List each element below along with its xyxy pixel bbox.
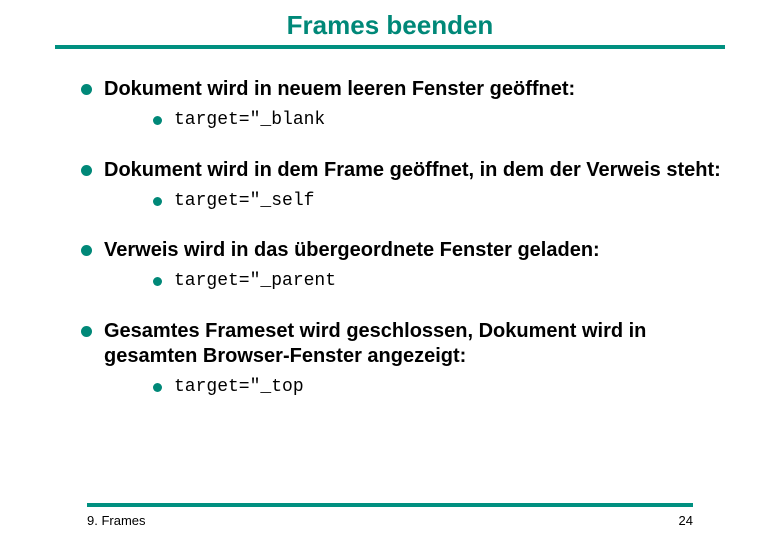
title-rule xyxy=(55,45,725,49)
list-item: Verweis wird in das übergeordnete Fenste… xyxy=(81,238,735,263)
list-subitem: target="_blank xyxy=(153,110,735,132)
bullet-icon xyxy=(153,197,162,206)
list-item: Dokument wird in dem Frame geöffnet, in … xyxy=(81,158,735,183)
slide-title: Frames beenden xyxy=(45,0,735,45)
list-item-text: Dokument wird in neuem leeren Fenster ge… xyxy=(104,77,575,102)
footer-row: 9. Frames 24 xyxy=(45,513,735,528)
list-subitem: target="_parent xyxy=(153,271,735,293)
page-number: 24 xyxy=(679,513,693,528)
bullet-icon xyxy=(153,383,162,392)
list-item: Dokument wird in neuem leeren Fenster ge… xyxy=(81,77,735,102)
bullet-icon xyxy=(81,84,92,95)
list-item-text: Gesamtes Frameset wird geschlossen, Doku… xyxy=(104,319,735,369)
list-item-text: Verweis wird in das übergeordnete Fenste… xyxy=(104,238,600,263)
slide: Frames beenden Dokument wird in neuem le… xyxy=(0,0,780,540)
list-item: Gesamtes Frameset wird geschlossen, Doku… xyxy=(81,319,735,369)
list-subitem-code: target="_blank xyxy=(174,110,325,132)
footer-rule xyxy=(87,503,693,507)
bullet-icon xyxy=(81,326,92,337)
list-subitem-code: target="_parent xyxy=(174,271,336,293)
list-subitem-code: target="_top xyxy=(174,377,304,399)
list-subitem-code: target="_self xyxy=(174,191,314,213)
list-subitem: target="_self xyxy=(153,191,735,213)
list-item-text: Dokument wird in dem Frame geöffnet, in … xyxy=(104,158,721,183)
bullet-icon xyxy=(81,165,92,176)
footer-section: 9. Frames xyxy=(87,513,146,528)
bullet-icon xyxy=(153,116,162,125)
bullet-icon xyxy=(81,245,92,256)
bullet-icon xyxy=(153,277,162,286)
list-subitem: target="_top xyxy=(153,377,735,399)
footer: 9. Frames 24 xyxy=(45,503,735,528)
